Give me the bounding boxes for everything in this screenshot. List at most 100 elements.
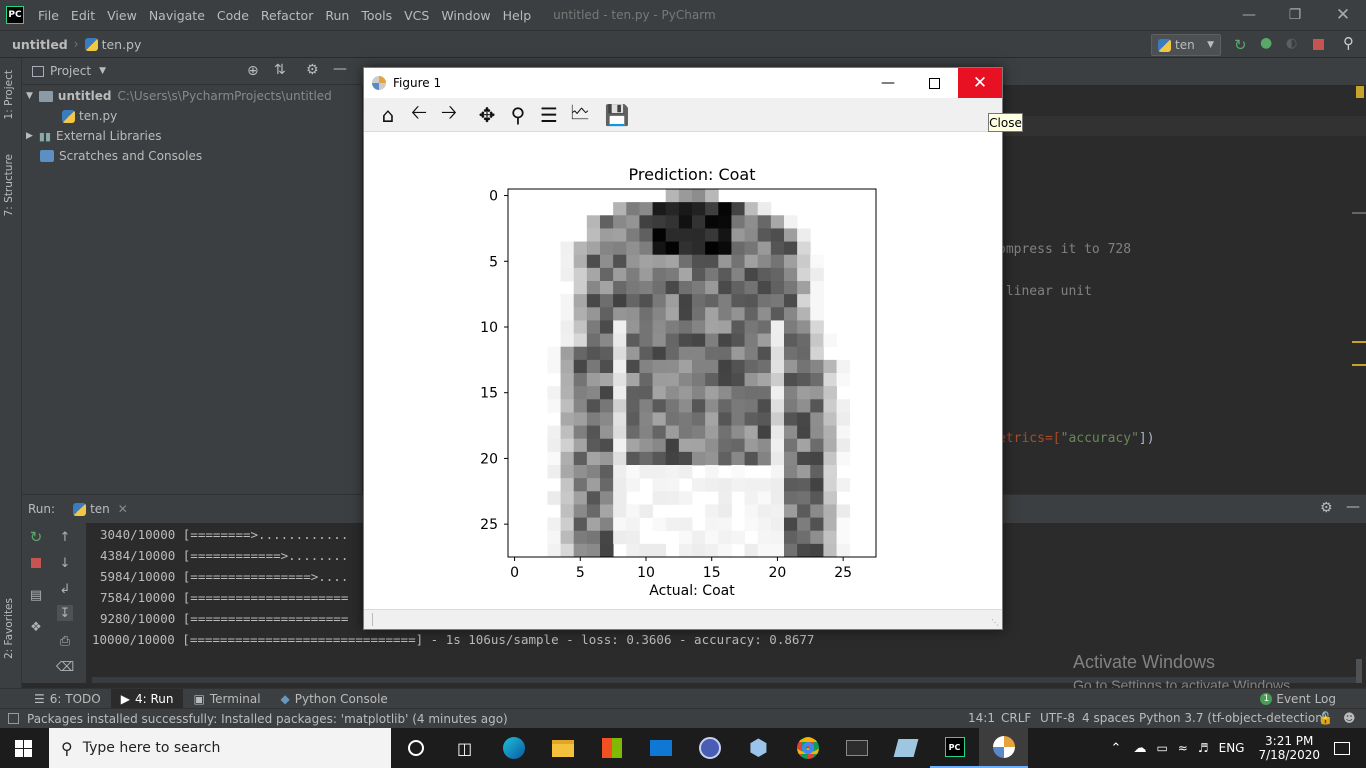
locate-icon[interactable]: ⊕: [247, 63, 259, 79]
menu-run[interactable]: Run: [319, 8, 355, 23]
breadcrumb-project[interactable]: untitled: [12, 37, 68, 52]
tab-structure[interactable]: 7: Structure: [3, 154, 15, 216]
cloud-icon[interactable]: ☁: [1133, 741, 1146, 756]
figure-maximize-icon[interactable]: [912, 68, 956, 98]
vertical-scrollbar[interactable]: [1356, 659, 1362, 683]
debug-icon[interactable]: ●: [1260, 35, 1272, 51]
battery-icon[interactable]: ▭: [1156, 741, 1167, 755]
chevron-down-icon[interactable]: ▼: [99, 66, 106, 76]
back-icon[interactable]: 🡠: [405, 100, 433, 128]
menu-file[interactable]: File: [32, 8, 65, 23]
tab-project[interactable]: 1: Project: [3, 70, 15, 119]
edit-axis-icon[interactable]: 🗠: [566, 100, 594, 128]
figure-minimize-icon[interactable]: —: [866, 68, 910, 98]
windows-start-icon[interactable]: [15, 740, 33, 757]
gear-icon[interactable]: ⚙: [1320, 500, 1333, 516]
menu-view[interactable]: View: [101, 8, 143, 23]
save-icon[interactable]: 💾: [603, 102, 631, 128]
scroll-to-end-icon[interactable]: ↧: [57, 605, 73, 621]
rerun-icon[interactable]: ↻: [1234, 36, 1247, 54]
run-tab[interactable]: ten: [90, 502, 110, 516]
virtualbox-icon[interactable]: ⬢: [734, 728, 783, 768]
task-view-icon[interactable]: ◫: [440, 728, 489, 768]
close-tab-icon[interactable]: ✕: [118, 502, 128, 516]
menu-window[interactable]: Window: [435, 8, 496, 23]
line-separator[interactable]: CRLF: [1001, 711, 1031, 725]
menu-vcs[interactable]: VCS: [398, 8, 435, 23]
layout-icon[interactable]: ▤: [28, 587, 44, 603]
edge-icon[interactable]: [489, 728, 538, 768]
run-config-select[interactable]: ten ▼: [1151, 34, 1221, 56]
maximize-icon[interactable]: ❐: [1272, 0, 1318, 30]
plot-axes[interactable]: 0 0 5 5 10 10 15 15 20 20 25 25: [464, 186, 884, 596]
notifications-icon[interactable]: [1334, 741, 1350, 755]
minimize-icon[interactable]: —: [1226, 0, 1272, 30]
hide-icon[interactable]: —: [1346, 499, 1360, 515]
resize-grip-icon[interactable]: ⋱: [991, 618, 999, 627]
hide-icon[interactable]: —: [333, 61, 347, 77]
rerun-icon[interactable]: ↻: [28, 528, 44, 546]
home-icon[interactable]: ⌂: [374, 102, 402, 128]
breadcrumb-file[interactable]: ten.py: [102, 37, 142, 52]
file-explorer-icon[interactable]: [538, 728, 587, 768]
tree-scratches[interactable]: Scratches and Consoles: [40, 146, 202, 166]
volume-icon[interactable]: ♬: [1198, 741, 1209, 755]
wifi-icon[interactable]: ≈: [1178, 741, 1188, 755]
trash-icon[interactable]: ⌫: [56, 659, 74, 675]
pycharm-taskbar-icon[interactable]: PC: [930, 728, 979, 768]
menu-code[interactable]: Code: [211, 8, 255, 23]
tree-file[interactable]: ten.py: [62, 106, 117, 126]
chrome-icon[interactable]: [783, 728, 832, 768]
arrow-up-icon[interactable]: ↑: [57, 529, 73, 545]
language[interactable]: ENG: [1219, 741, 1245, 755]
soft-wrap-icon[interactable]: ↲: [57, 581, 73, 597]
menu-edit[interactable]: Edit: [65, 8, 101, 23]
taskbar-search[interactable]: ⚲ Type here to search: [49, 728, 391, 768]
project-title[interactable]: Project: [50, 64, 91, 78]
app-icon[interactable]: [685, 728, 734, 768]
tab-favorites[interactable]: 2: Favorites: [3, 598, 15, 659]
tab-todo[interactable]: ☰ 6: TODO: [24, 689, 111, 709]
caret-position[interactable]: 14:1: [968, 711, 995, 725]
subplots-config-icon[interactable]: ☰: [535, 102, 563, 128]
close-icon[interactable]: ✕: [1320, 0, 1366, 30]
figure-titlebar[interactable]: Figure 1 — ✕: [364, 68, 1002, 98]
stop-icon[interactable]: [1313, 39, 1324, 50]
status-toggle-icon[interactable]: [8, 713, 19, 724]
tab-run[interactable]: ▶ 4: Run: [110, 688, 184, 709]
pin-icon[interactable]: ❖: [28, 619, 44, 635]
stop-icon[interactable]: [28, 555, 44, 571]
lock-icon[interactable]: 🔓: [1318, 711, 1333, 725]
matplotlib-taskbar-icon[interactable]: [979, 728, 1028, 768]
tree-root[interactable]: ▼ untitled C:\Users\s\PycharmProjects\un…: [26, 86, 332, 106]
warning-marker[interactable]: [1356, 86, 1364, 98]
menu-navigate[interactable]: Navigate: [143, 8, 211, 23]
menu-help[interactable]: Help: [497, 8, 538, 23]
zoom-icon[interactable]: ⚲: [504, 102, 532, 128]
status-message[interactable]: Packages installed successfully: Install…: [27, 712, 508, 726]
mail-icon[interactable]: [636, 728, 685, 768]
collapse-icon[interactable]: ⇅: [274, 62, 286, 78]
tab-python-console[interactable]: ◆ Python Console: [271, 689, 398, 709]
tab-event-log[interactable]: 1 Event Log: [1250, 689, 1346, 709]
notes-app-icon[interactable]: [881, 728, 930, 768]
interpreter[interactable]: Python 3.7 (tf-object-detection): [1139, 711, 1327, 725]
clock[interactable]: 3:21 PM 7/18/2020: [1258, 734, 1320, 762]
chevron-up-icon[interactable]: ⌃: [1111, 741, 1122, 756]
pan-icon[interactable]: ✥: [473, 102, 501, 128]
search-icon[interactable]: ⚲: [1343, 34, 1354, 52]
terminal-app-icon[interactable]: [832, 728, 881, 768]
arrow-down-icon[interactable]: ↓: [57, 555, 73, 571]
forward-icon[interactable]: 🡢: [435, 100, 463, 128]
file-encoding[interactable]: UTF-8: [1040, 711, 1075, 725]
inspector-icon[interactable]: ☻: [1343, 711, 1356, 725]
gear-icon[interactable]: ⚙: [306, 62, 319, 78]
menu-tools[interactable]: Tools: [355, 8, 398, 23]
coverage-icon[interactable]: ◐: [1286, 36, 1297, 51]
store-icon[interactable]: [587, 728, 636, 768]
indent-setting[interactable]: 4 spaces: [1082, 711, 1135, 725]
tab-terminal[interactable]: ▣ Terminal: [183, 689, 270, 709]
print-icon[interactable]: ⎙: [57, 633, 73, 649]
figure-close-icon[interactable]: ✕: [958, 68, 1002, 98]
tree-external-libraries[interactable]: ▶ ▮▮ External Libraries: [26, 126, 161, 146]
